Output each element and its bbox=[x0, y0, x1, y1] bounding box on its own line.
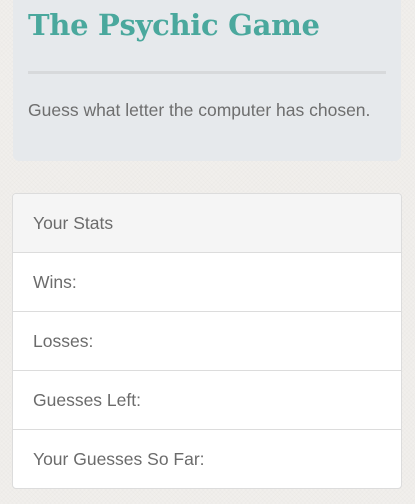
stat-label-wins: Wins: bbox=[33, 272, 77, 292]
stat-row-losses: Losses: bbox=[13, 312, 401, 371]
header-divider bbox=[28, 71, 386, 74]
header-jumbotron: The Psychic Game Guess what letter the c… bbox=[13, 0, 401, 161]
stat-label-guesses-so-far: Your Guesses So Far: bbox=[33, 449, 205, 469]
stats-panel: Your Stats Wins: Losses: Guesses Left: Y… bbox=[12, 193, 402, 489]
stat-label-losses: Losses: bbox=[33, 331, 94, 351]
stat-row-guesses-left: Guesses Left: bbox=[13, 371, 401, 430]
page-title: The Psychic Game bbox=[28, 8, 320, 42]
stat-row-guesses-so-far: Your Guesses So Far: bbox=[13, 430, 401, 488]
stats-panel-heading: Your Stats bbox=[13, 194, 401, 253]
stat-row-wins: Wins: bbox=[13, 253, 401, 312]
stat-label-guesses-left: Guesses Left: bbox=[33, 390, 141, 410]
page-subtitle: Guess what letter the computer has chose… bbox=[28, 100, 371, 120]
